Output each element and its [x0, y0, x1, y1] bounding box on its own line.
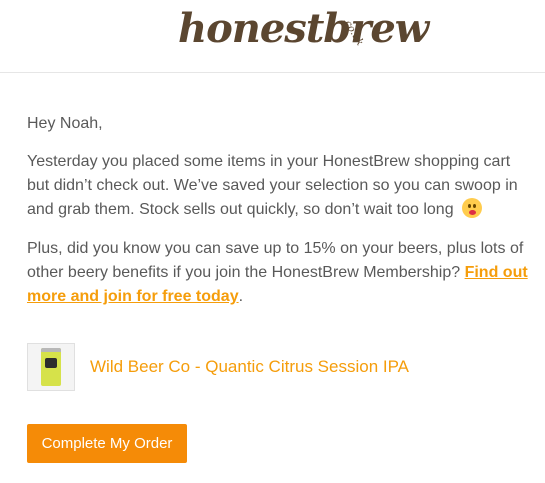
cart-item[interactable]: Wild Beer Co - Quantic Citrus Session IP… [27, 343, 527, 391]
membership-text: Plus, did you know you can save up to 15… [27, 240, 524, 281]
greeting: Hey Noah, [27, 115, 103, 132]
complete-order-button[interactable]: Complete My Order [27, 424, 187, 463]
cart-item-name-link[interactable]: Wild Beer Co - Quantic Citrus Session IP… [90, 356, 409, 378]
can-body [41, 348, 61, 386]
email-header: honestbrew .co.uk [0, 0, 545, 73]
logo-wordmark: honestbrew [178, 5, 429, 52]
honestbrew-logo[interactable]: honestbrew .co.uk [178, 4, 429, 54]
abandoned-cart-message: Yesterday you placed some items in your … [27, 150, 532, 222]
membership-end-punct: . [238, 288, 244, 305]
abandoned-cart-text: Yesterday you placed some items in your … [27, 153, 518, 218]
hushed-face-icon [462, 198, 483, 218]
membership-message: Plus, did you know you can save up to 15… [27, 237, 532, 309]
beer-can-icon[interactable] [27, 343, 75, 391]
